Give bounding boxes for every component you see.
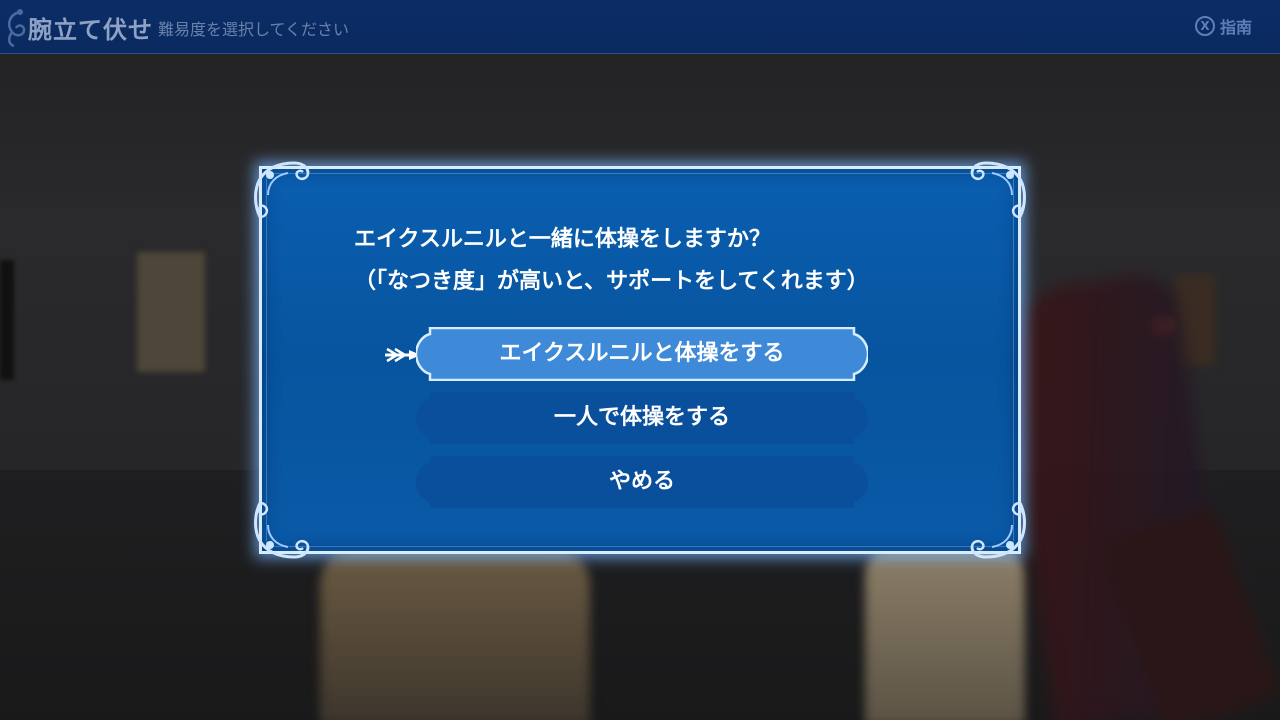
option-label: 一人で体操をする — [553, 405, 730, 430]
option-exercise-alone[interactable]: 一人で体操をする — [416, 391, 868, 445]
option-label: エイクスルニルと体操をする — [499, 341, 785, 366]
option-label: やめる — [608, 469, 675, 494]
header-bar: 腕立て伏せ 難易度を選択してください X 指南 — [0, 0, 1280, 54]
confirm-dialog: エイクスルニルと一緒に体操をしますか？ （「なつき度」が高いと、サポートをしてく… — [254, 161, 1026, 559]
background-poster — [137, 252, 205, 372]
background-character-right — [865, 545, 1025, 720]
question-line-1: エイクスルニルと一緒に体操をしますか？ — [354, 227, 771, 252]
corner-ornament-icon — [970, 161, 1026, 219]
background-door — [0, 260, 14, 380]
menu-subtitle: 難易度を選択してください — [158, 20, 350, 39]
question-line-2: （「なつき度」が高いと、サポートをしてくれます） — [354, 269, 869, 294]
dialog-question: エイクスルニルと一緒に体操をしますか？ （「なつき度」が高いと、サポートをしてく… — [354, 219, 869, 303]
x-button-icon: X — [1194, 16, 1215, 36]
guide-button[interactable]: X 指南 — [1194, 14, 1252, 38]
corner-ornament-icon — [970, 501, 1026, 559]
option-exercise-with-partner[interactable]: エイクスルニルと体操をする — [416, 327, 868, 381]
corner-ornament-icon — [254, 501, 310, 559]
option-cancel[interactable]: やめる — [416, 455, 868, 509]
corner-ornament-icon — [254, 161, 310, 219]
guide-label: 指南 — [1219, 18, 1252, 37]
background-character-left — [320, 545, 590, 720]
menu-title: 腕立て伏せ — [28, 16, 153, 44]
